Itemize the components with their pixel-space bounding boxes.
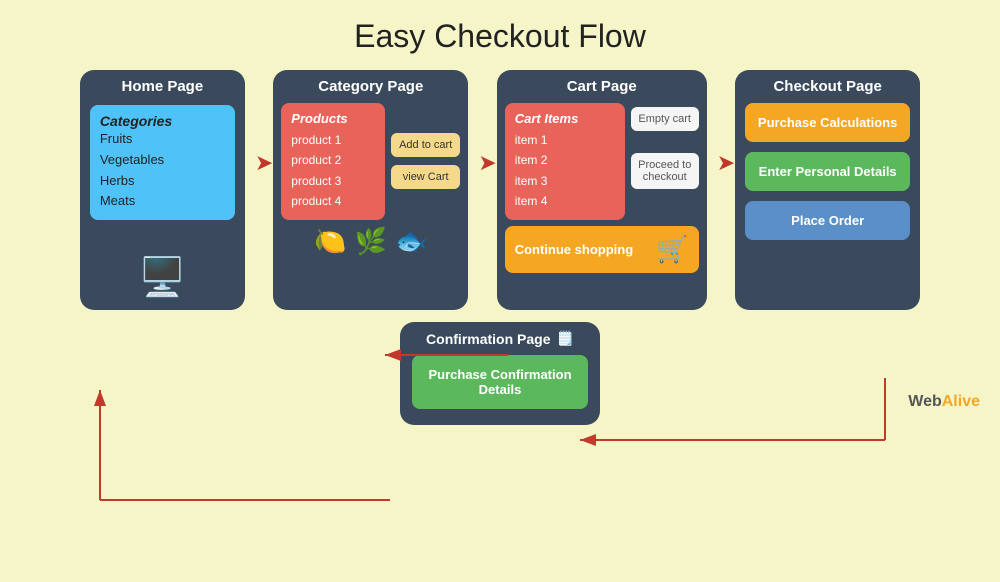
checkout-page-title: Checkout Page (735, 70, 920, 99)
cart-content: Cart Items item 1 item 2 item 3 item 4 E… (505, 103, 699, 220)
proceed-checkout-button[interactable]: Proceed to checkout (631, 153, 699, 189)
category-fruits: Fruits (100, 129, 225, 150)
home-page-card: Home Page Categories Fruits Vegetables H… (80, 70, 245, 310)
cart-page-title: Cart Page (497, 70, 707, 99)
continue-shopping-box: Continue shopping 🛒 (505, 226, 699, 273)
arrow-cart-checkout: ➤ (717, 70, 735, 310)
purchase-calculations-button[interactable]: Purchase Calculations (745, 103, 910, 142)
home-categories-box: Categories Fruits Vegetables Herbs Meats (90, 105, 235, 220)
confirmation-page-card: Confirmation Page 🗒️ Purchase Confirmati… (400, 322, 600, 425)
confirmation-page-title: Confirmation Page 🗒️ (400, 322, 600, 351)
checkout-buttons: Purchase Calculations Enter Personal Det… (745, 103, 910, 240)
cart-item-3: item 3 (515, 171, 615, 191)
arrow-icon: ➤ (717, 150, 735, 176)
place-order-button[interactable]: Place Order (745, 201, 910, 240)
categories-label: Categories (100, 113, 225, 129)
products-box: Products product 1 product 2 product 3 p… (281, 103, 385, 220)
continue-shopping-label[interactable]: Continue shopping (515, 242, 633, 257)
category-meats: Meats (100, 191, 225, 212)
cart-items-box: Cart Items item 1 item 2 item 3 item 4 (505, 103, 625, 220)
home-page-title: Home Page (80, 70, 245, 99)
emoji-row: 🍋 🌿 🐟 (273, 226, 468, 257)
checkout-page-card: Checkout Page Purchase Calculations Ente… (735, 70, 920, 310)
arrow-home-category: ➤ (255, 70, 273, 310)
brand-alive: Alive (942, 393, 980, 410)
arrow-category-cart: ➤ (478, 70, 496, 310)
category-buttons: Add to cart view Cart (391, 103, 460, 220)
cart-right-buttons: Empty cart Proceed to checkout (631, 103, 699, 220)
arrow-icon: ➤ (478, 150, 496, 176)
fruit-emoji: 🍋 (314, 226, 346, 257)
diagram-wrapper: Easy Checkout Flow Home Page Categories … (0, 0, 1000, 425)
category-content: Products product 1 product 2 product 3 p… (281, 103, 460, 220)
fish-emoji: 🐟 (395, 226, 427, 257)
empty-cart-button[interactable]: Empty cart (631, 107, 699, 131)
confirmation-title-text: Confirmation Page (426, 331, 550, 347)
confirmation-details-button[interactable]: Purchase Confirmation Details (412, 355, 588, 409)
category-herbs: Herbs (100, 171, 225, 192)
computer-icon: 🖥️ (139, 256, 186, 300)
cart-items-label: Cart Items (515, 111, 615, 126)
herb-emoji: 🌿 (355, 226, 387, 257)
cart-page-card: Cart Page Cart Items item 1 item 2 item … (497, 70, 707, 310)
shopping-cart-icon: 🛒 (656, 234, 688, 265)
cart-item-1: item 1 (515, 130, 615, 150)
products-label: Products (291, 111, 375, 126)
personal-details-button[interactable]: Enter Personal Details (745, 152, 910, 191)
brand-label: WebAlive (908, 393, 980, 411)
category-page-title: Category Page (273, 70, 468, 99)
cart-item-4: item 4 (515, 191, 615, 211)
category-vegetables: Vegetables (100, 150, 225, 171)
receipt-icon: 🗒️ (557, 330, 574, 347)
category-page-card: Category Page Products product 1 product… (273, 70, 468, 310)
add-to-cart-button[interactable]: Add to cart (391, 133, 460, 157)
product-2: product 2 (291, 150, 375, 170)
product-4: product 4 (291, 191, 375, 211)
brand-web: Web (908, 393, 941, 410)
product-3: product 3 (291, 171, 375, 191)
page-title: Easy Checkout Flow (0, 0, 1000, 65)
view-cart-button[interactable]: view Cart (391, 165, 460, 189)
arrow-icon: ➤ (255, 150, 273, 176)
bottom-row: Confirmation Page 🗒️ Purchase Confirmati… (0, 322, 1000, 425)
top-row: Home Page Categories Fruits Vegetables H… (0, 70, 1000, 310)
cart-item-2: item 2 (515, 150, 615, 170)
product-1: product 1 (291, 130, 375, 150)
